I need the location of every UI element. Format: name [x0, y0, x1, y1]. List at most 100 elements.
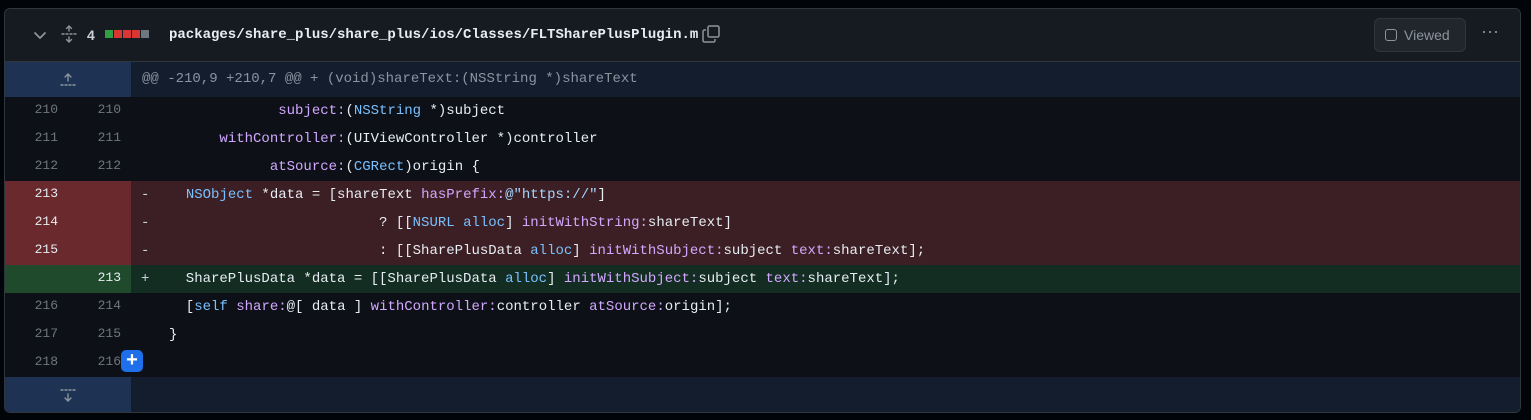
deleted-line: 215 - : [[SharePlusData alloc] initWithSu… [5, 237, 1520, 265]
file-path[interactable]: packages/share_plus/share_plus/ios/Class… [169, 27, 698, 43]
code-text: } [169, 321, 177, 349]
context-line: 211 211 withController:(UIViewController … [5, 125, 1520, 153]
code-token: *)subject [421, 103, 506, 119]
code-token: initWithSubject: [589, 243, 724, 259]
code-token: (UIViewController *)controller [345, 131, 598, 147]
code-text: subject:(NSString *)subject [169, 97, 505, 125]
code-token: origin]; [664, 299, 732, 315]
code-token: subject [723, 243, 791, 259]
code-token: @[ data ] [286, 299, 371, 315]
diff-marker [141, 349, 155, 377]
chevron-down-icon[interactable] [32, 27, 48, 43]
viewed-toggle[interactable]: Viewed [1374, 18, 1466, 52]
code-token: : [[SharePlusData [169, 243, 531, 259]
code-token: SharePlusData *data = [[SharePlusData [169, 271, 506, 287]
new-line-number[interactable]: 211 [68, 125, 131, 153]
old-line-number[interactable] [5, 265, 68, 293]
code-token: text: [765, 271, 808, 287]
new-line-number[interactable] [68, 237, 131, 265]
code-token: subject [698, 271, 766, 287]
add-comment-button[interactable]: + [121, 350, 143, 372]
new-line-number[interactable] [68, 209, 131, 237]
context-line: 212 212 atSource:(CGRect)origin { [5, 153, 1520, 181]
code-token: shareText]; [807, 271, 900, 287]
code-token: ( [345, 103, 354, 119]
code-token: atSource: [589, 299, 665, 315]
new-line-number[interactable]: 212 [68, 153, 131, 181]
code-text: NSObject *data = [shareText hasPrefix:@"… [169, 181, 606, 209]
copy-icon[interactable] [701, 24, 721, 44]
diff-marker: + [141, 271, 150, 287]
expand-down-icon[interactable] [59, 386, 77, 404]
code-token: alloc [530, 243, 573, 259]
code-token: ( [345, 159, 354, 175]
code-token: self [194, 299, 228, 315]
viewed-checkbox[interactable] [1385, 29, 1397, 41]
hunk-header-text: @@ -210,9 +210,7 @@ + (void)shareText:(N… [142, 71, 638, 87]
kebab-menu-icon[interactable]: ··· [1479, 22, 1501, 44]
code-token: [ [169, 299, 195, 315]
deleted-line: 213 - NSObject *data = [shareText hasPref… [5, 181, 1520, 209]
diffstat-square [141, 30, 149, 38]
expand-up-icon[interactable] [59, 71, 77, 89]
context-line: 216 214 [self share:@[ data ] withControl… [5, 293, 1520, 321]
new-line-number[interactable] [68, 181, 131, 209]
diff-marker [141, 97, 155, 125]
code-token: )origin { [404, 159, 480, 175]
old-line-number[interactable]: 210 [5, 97, 68, 125]
code-text: SharePlusData *data = [[SharePlusData al… [169, 265, 900, 293]
code-token: text: [790, 243, 833, 259]
new-line-number[interactable]: 215 [68, 321, 131, 349]
code-text: [self share:@[ data ] withController:con… [169, 293, 732, 321]
code-token: ] [572, 243, 590, 259]
code-token: share: [236, 299, 287, 315]
diff-marker [141, 153, 155, 181]
new-line-number[interactable]: 213 [68, 265, 131, 293]
code-token: NSObject [185, 187, 254, 203]
old-line-number[interactable]: 212 [5, 153, 68, 181]
code-text: : [[SharePlusData alloc] initWithSubject… [169, 237, 925, 265]
expand-all-icon[interactable] [60, 25, 78, 43]
diffstat-square [114, 30, 122, 38]
new-line-number[interactable]: 210 [68, 97, 131, 125]
viewed-label: Viewed [1404, 27, 1450, 43]
diffstat-square [123, 30, 131, 38]
old-line-number[interactable]: 216 [5, 293, 68, 321]
old-line-number[interactable]: 215 [5, 237, 68, 265]
code-token: withController: [219, 131, 346, 147]
context-line: 218 216 [5, 349, 1520, 377]
hunk-footer [5, 377, 1520, 412]
code-token: *data = [shareText [253, 187, 422, 203]
code-token: initWithSubject: [563, 271, 699, 287]
code-token: ] [597, 187, 606, 203]
code-text: atSource:(CGRect)origin { [169, 153, 480, 181]
diffstat-bar [105, 30, 149, 38]
old-line-number[interactable]: 217 [5, 321, 68, 349]
diff-file: 4 packages/share_plus/share_plus/ios/Cla… [4, 8, 1521, 413]
old-line-number[interactable]: 213 [5, 181, 68, 209]
code-token: ? [[ [169, 215, 413, 231]
changes-count: 4 [87, 27, 95, 43]
code-token: withController: [370, 299, 497, 315]
diff-marker [141, 293, 155, 321]
new-line-number[interactable]: 214 [68, 293, 131, 321]
code-token: } [169, 327, 178, 343]
context-line: 217 215} [5, 321, 1520, 349]
code-token: NSURL [412, 215, 455, 231]
code-token: @"https://" [505, 187, 598, 203]
code-token: alloc [505, 271, 548, 287]
diff-marker: - [141, 215, 150, 231]
expand-up-gutter[interactable] [5, 62, 131, 97]
code-token: hasPrefix: [421, 187, 506, 203]
code-token: atSource: [269, 159, 346, 175]
code-token: initWithString: [521, 215, 648, 231]
old-line-number[interactable]: 214 [5, 209, 68, 237]
expand-down-gutter[interactable] [5, 377, 131, 412]
code-token: ] [547, 271, 564, 287]
old-line-number[interactable]: 211 [5, 125, 68, 153]
old-line-number[interactable]: 218 [5, 349, 68, 377]
